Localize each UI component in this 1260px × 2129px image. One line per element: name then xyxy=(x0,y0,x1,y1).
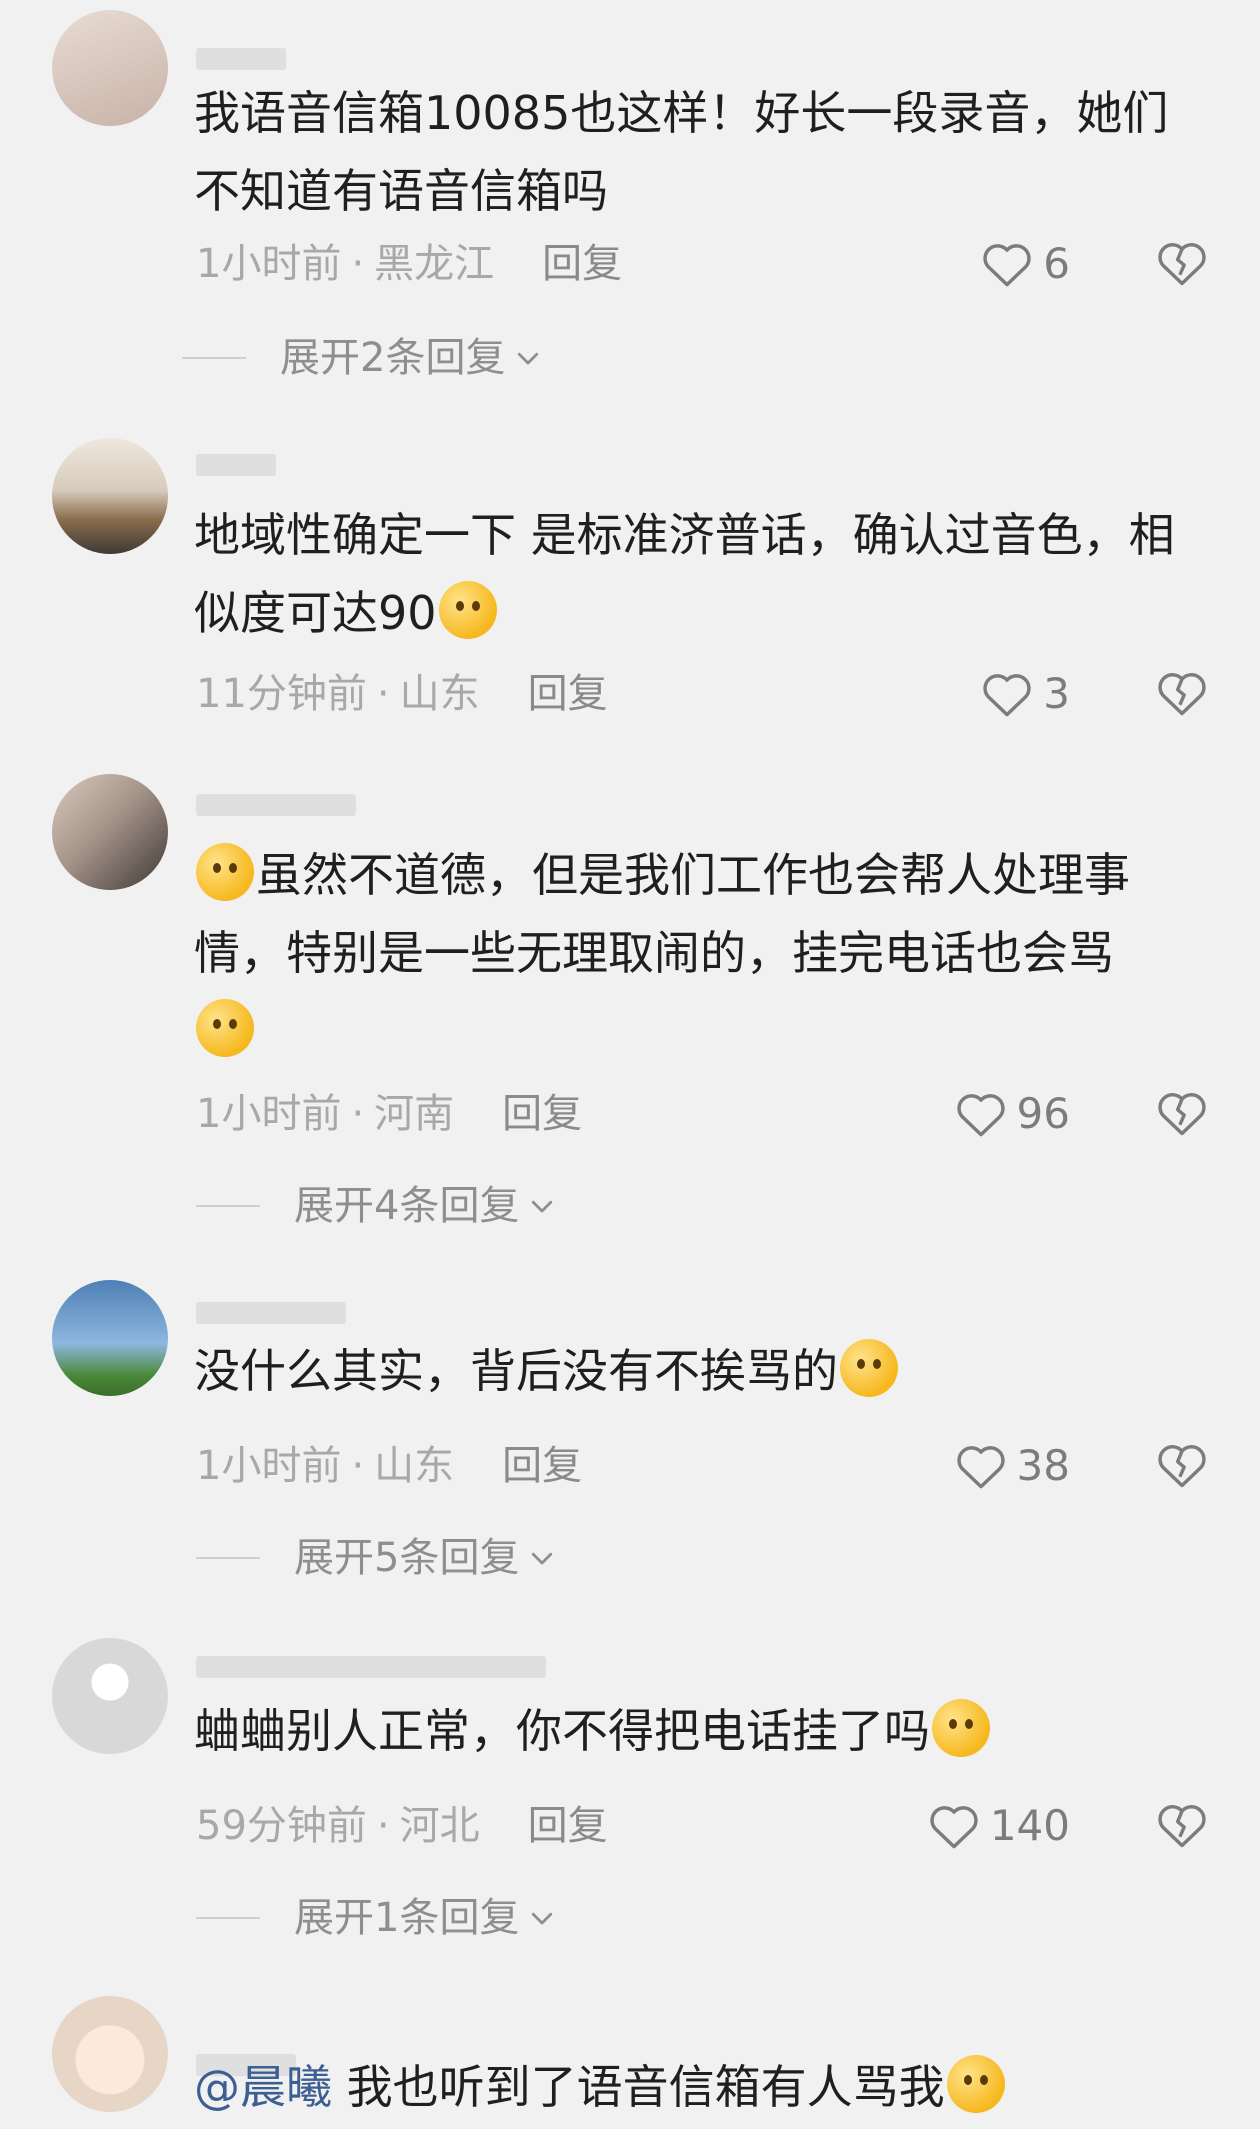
username-blurred[interactable] xyxy=(196,48,286,70)
like-button[interactable]: 140 xyxy=(928,1798,1070,1854)
comment-text-content: 蛐蛐别人正常，你不得把电话挂了吗 xyxy=(194,1704,930,1758)
comment-location: 河南 xyxy=(374,1091,455,1137)
divider-line xyxy=(182,357,246,359)
chevron-down-icon xyxy=(532,1200,553,1213)
broken-heart-icon[interactable] xyxy=(1156,1440,1208,1492)
comment-text-content: 虽然不道德，但是我们工作也会帮人处理事情，特别是一些无理取闹的，挂完电话也会骂 xyxy=(194,848,1130,980)
comment-meta: 11分钟前 · 山东 回复 xyxy=(196,666,608,722)
like-count: 38 xyxy=(1016,1441,1070,1490)
comment-text-content: 地域性确定一下 是标准济普话，确认过音色，相似度可达90 xyxy=(194,508,1175,640)
crying-emoji-icon xyxy=(196,843,254,901)
expand-replies-button[interactable]: 展开5条回复 xyxy=(196,1530,557,1586)
comment-time: 1小时前 xyxy=(196,241,342,287)
heart-outline-icon xyxy=(930,1806,978,1849)
username-blurred[interactable] xyxy=(196,794,356,816)
like-count: 6 xyxy=(1043,239,1070,288)
username-blurred[interactable] xyxy=(196,1656,546,1678)
divider-line xyxy=(196,1917,260,1919)
comment-location: 山东 xyxy=(374,1443,455,1489)
comment-time: 1小时前 xyxy=(196,1091,342,1137)
broken-heart-icon[interactable] xyxy=(1156,1088,1208,1140)
comment-text: 蛐蛐别人正常，你不得把电话挂了吗 xyxy=(194,1692,1204,1770)
comment-time: 11分钟前 xyxy=(196,671,367,717)
expand-replies-button[interactable]: 展开4条回复 xyxy=(196,1178,557,1234)
chevron-down-icon xyxy=(532,1912,553,1925)
avatar[interactable] xyxy=(52,10,168,126)
like-count: 96 xyxy=(1016,1089,1070,1138)
comment-meta: 1小时前 · 山东 回复 xyxy=(196,1438,582,1494)
avatar[interactable] xyxy=(52,1638,168,1754)
comment-text-content: 我语音信箱10085也这样！好长一段录音，她们不知道有语音信箱吗 xyxy=(194,86,1169,218)
comment-text: 地域性确定一下 是标准济普话，确认过音色，相似度可达90 xyxy=(194,496,1204,652)
reply-button[interactable]: 回复 xyxy=(502,1443,582,1489)
meta-separator: · xyxy=(376,671,390,717)
expand-replies-label: 展开4条回复 xyxy=(294,1183,520,1229)
reply-button[interactable]: 回复 xyxy=(528,1803,608,1849)
comment-meta: 1小时前 · 河南 回复 xyxy=(196,1086,582,1142)
broken-heart-icon[interactable] xyxy=(1156,668,1208,720)
reply-button[interactable]: 回复 xyxy=(502,1091,582,1137)
avatar[interactable] xyxy=(52,774,168,890)
mention-link[interactable]: @晨曦 xyxy=(194,2060,332,2114)
comment-location: 黑龙江 xyxy=(374,241,495,287)
expand-replies-button[interactable]: 展开2条回复 xyxy=(182,330,543,386)
rolling-laughing-emoji-icon xyxy=(932,1699,990,1757)
like-button[interactable]: 96 xyxy=(955,1086,1070,1142)
comment-location: 河北 xyxy=(399,1803,480,1849)
divider-line xyxy=(196,1557,260,1559)
reply-button[interactable]: 回复 xyxy=(528,671,608,717)
expand-replies-label: 展开5条回复 xyxy=(294,1535,520,1581)
reply-button[interactable]: 回复 xyxy=(542,241,622,287)
comment-meta: 59分钟前 · 河北 回复 xyxy=(196,1798,608,1854)
like-count: 140 xyxy=(989,1801,1070,1850)
comment-text-content: 没什么其实，背后没有不挨骂的 xyxy=(194,1344,838,1398)
broken-heart-icon[interactable] xyxy=(1156,238,1208,290)
avatar[interactable] xyxy=(52,1280,168,1396)
chevron-down-icon xyxy=(518,352,539,365)
avatar[interactable] xyxy=(52,1996,168,2112)
heart-outline-icon xyxy=(956,1094,1005,1137)
comment-text: 我语音信箱10085也这样！好长一段录音，她们不知道有语音信箱吗 xyxy=(194,74,1204,230)
like-count: 3 xyxy=(1043,669,1070,718)
heart-outline-icon xyxy=(956,1446,1005,1489)
grinning-sweat-emoji-icon xyxy=(946,2055,1005,2113)
broken-heart-icon[interactable] xyxy=(1156,1800,1208,1852)
comment-time: 59分钟前 xyxy=(196,1803,367,1849)
comment-text: 没什么其实，背后没有不挨骂的 xyxy=(194,1332,1204,1410)
expand-replies-label: 展开1条回复 xyxy=(294,1895,520,1941)
username-blurred[interactable] xyxy=(196,454,276,476)
divider-line xyxy=(196,1205,260,1207)
holding-back-tears-emoji-icon xyxy=(840,1339,898,1397)
expand-replies-label: 展开2条回复 xyxy=(280,335,506,381)
meta-separator: · xyxy=(351,241,365,287)
comment-location: 山东 xyxy=(399,671,480,717)
finger-heart-emoji-icon xyxy=(438,581,497,639)
meta-separator: · xyxy=(376,1803,390,1849)
meta-separator: · xyxy=(351,1091,365,1137)
avatar[interactable] xyxy=(52,438,168,554)
like-button[interactable]: 38 xyxy=(955,1438,1070,1494)
comment-time: 1小时前 xyxy=(196,1443,342,1489)
username-blurred[interactable] xyxy=(196,1302,346,1324)
comment-meta: 1小时前 · 黑龙江 回复 xyxy=(196,236,622,292)
comment-text: 虽然不道德，但是我们工作也会帮人处理事情，特别是一些无理取闹的，挂完电话也会骂 xyxy=(194,836,1204,1070)
expand-replies-button[interactable]: 展开1条回复 xyxy=(196,1890,557,1946)
heart-outline-icon xyxy=(983,244,1031,287)
pleading-emoji-icon xyxy=(196,999,254,1057)
like-button[interactable]: 3 xyxy=(981,666,1070,722)
meta-separator: · xyxy=(351,1443,365,1489)
like-button[interactable]: 6 xyxy=(981,236,1070,292)
chevron-down-icon xyxy=(532,1552,553,1565)
comment-text-content: 我也听到了语音信箱有人骂我 xyxy=(346,2060,945,2114)
heart-outline-icon xyxy=(983,674,1031,717)
comment-text: @晨曦 我也听到了语音信箱有人骂我 xyxy=(194,2048,1204,2126)
